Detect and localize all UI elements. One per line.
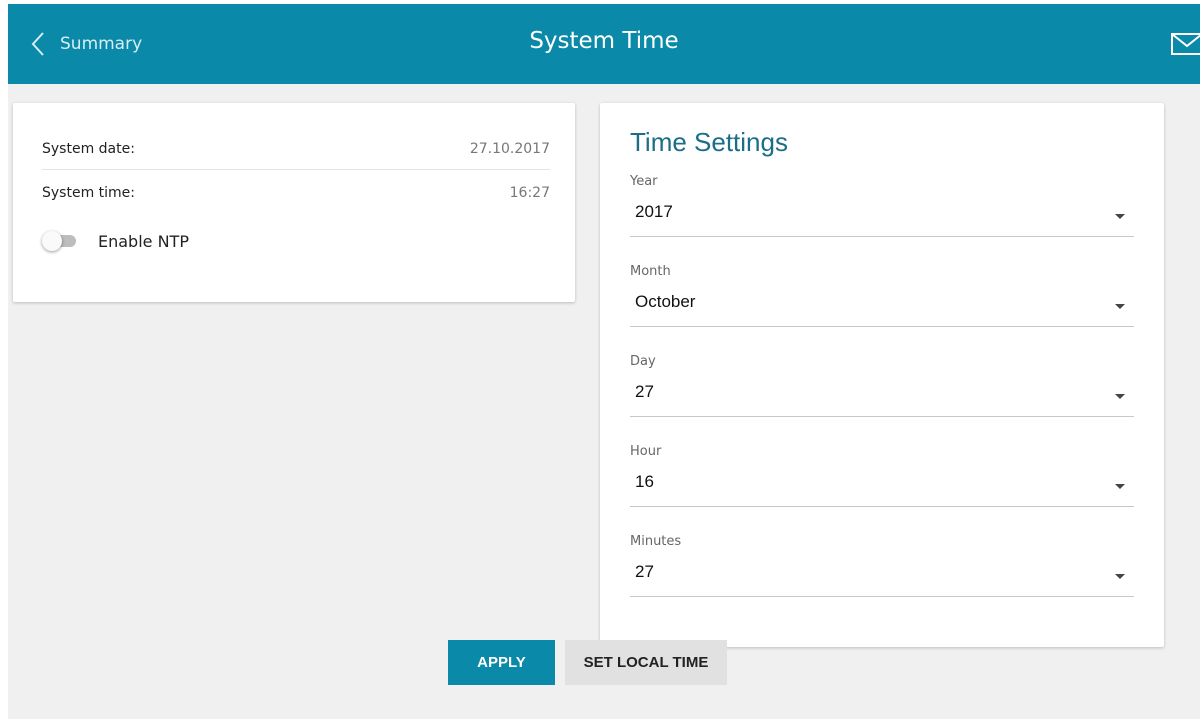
- time-settings-title: Time Settings: [630, 127, 788, 157]
- hour-select[interactable]: 16: [630, 466, 1134, 507]
- system-time-row: System time: 16:27: [42, 173, 550, 213]
- year-label: Year: [630, 174, 658, 189]
- month-field: Month October: [630, 264, 1134, 334]
- caret-down-icon: [1115, 304, 1125, 309]
- minutes-label: Minutes: [630, 534, 682, 549]
- day-field: Day 27: [630, 354, 1134, 424]
- page-title: System Time: [529, 28, 679, 54]
- month-value: October: [635, 292, 696, 311]
- year-value: 2017: [635, 202, 673, 221]
- time-settings-card: Time Settings Year 2017 Month October Da…: [600, 103, 1164, 647]
- hour-field: Hour 16: [630, 444, 1134, 514]
- mail-icon[interactable]: [1170, 32, 1200, 56]
- month-select[interactable]: October: [630, 286, 1134, 327]
- set-local-time-button[interactable]: SET LOCAL TIME: [565, 640, 727, 685]
- caret-down-icon: [1115, 394, 1125, 399]
- month-label: Month: [630, 264, 671, 279]
- system-date-value: 27.10.2017: [469, 141, 550, 157]
- caret-down-icon: [1115, 484, 1125, 489]
- hour-value: 16: [635, 472, 654, 491]
- caret-down-icon: [1115, 574, 1125, 579]
- system-date-label: System date:: [42, 141, 135, 157]
- app-frame: Summary System Time System date: 27.10.2…: [8, 4, 1200, 719]
- enable-ntp-toggle[interactable]: [42, 231, 76, 251]
- day-value: 27: [635, 382, 654, 401]
- top-bar: Summary System Time: [8, 4, 1200, 84]
- toggle-knob: [42, 231, 62, 251]
- system-time-value: 16:27: [509, 185, 550, 201]
- hour-label: Hour: [630, 444, 662, 459]
- apply-button[interactable]: APPLY: [448, 640, 555, 685]
- day-select[interactable]: 27: [630, 376, 1134, 417]
- system-info-card: System date: 27.10.2017 System time: 16:…: [13, 103, 575, 302]
- minutes-value: 27: [635, 562, 654, 581]
- enable-ntp-control[interactable]: Enable NTP: [42, 231, 189, 251]
- system-date-row: System date: 27.10.2017: [42, 129, 550, 170]
- enable-ntp-label: Enable NTP: [98, 231, 189, 251]
- minutes-field: Minutes 27: [630, 534, 1134, 604]
- year-select[interactable]: 2017: [630, 196, 1134, 237]
- caret-down-icon: [1115, 214, 1125, 219]
- day-label: Day: [630, 354, 656, 369]
- system-time-label: System time:: [42, 185, 136, 201]
- minutes-select[interactable]: 27: [630, 556, 1134, 597]
- year-field: Year 2017: [630, 174, 1134, 244]
